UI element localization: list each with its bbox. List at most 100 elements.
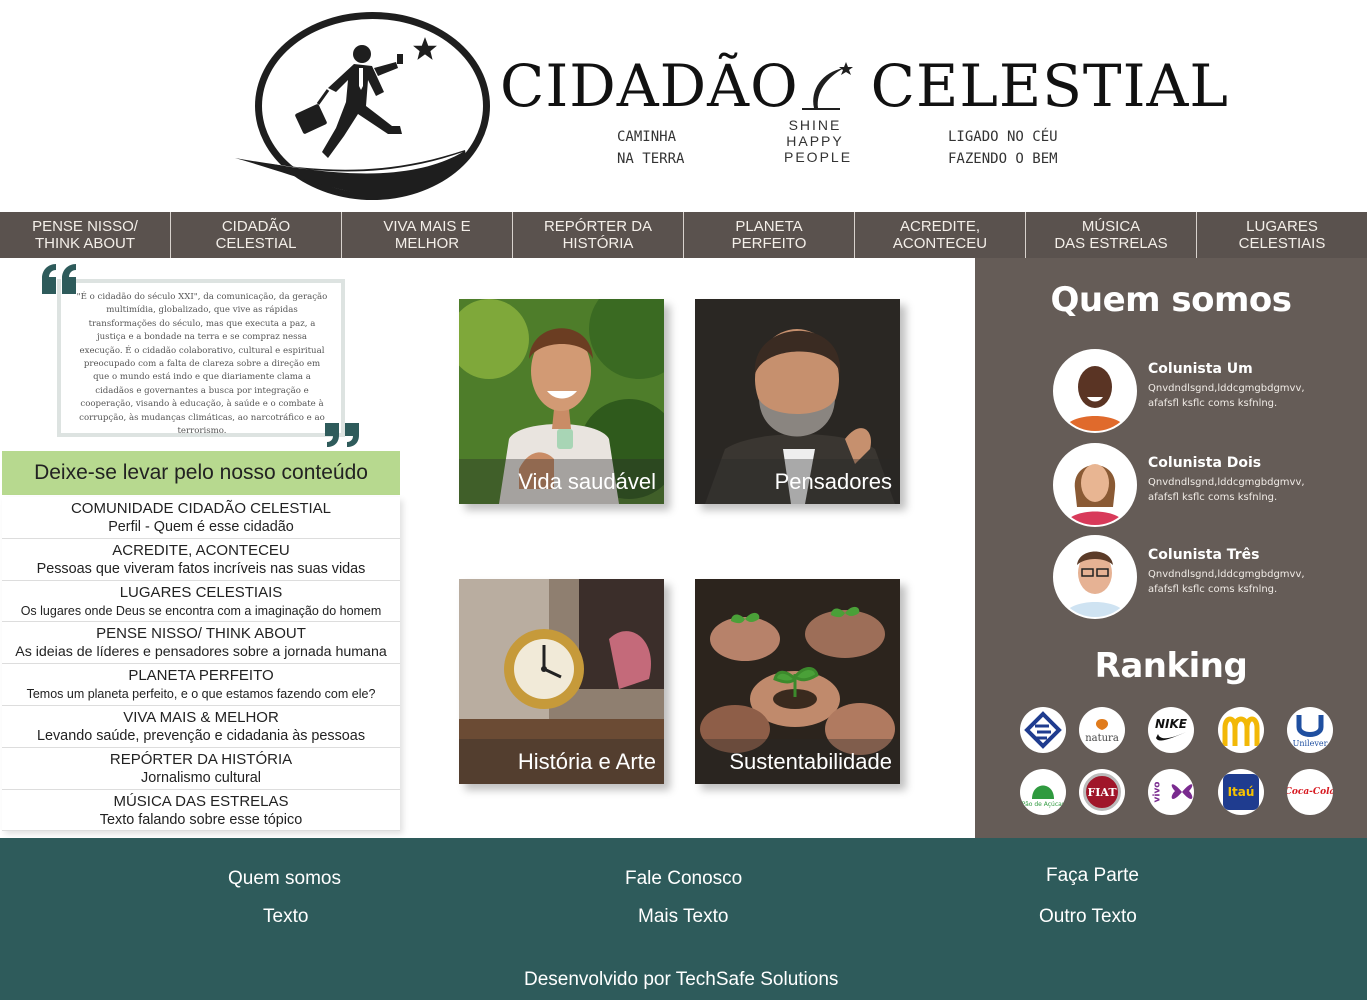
natura-label: natura (1085, 732, 1119, 744)
tagline-left: CAMINHA NA TERRA (617, 126, 684, 170)
columnist-card[interactable]: Colunista Três Qnvdndlsgnd,lddcgmgbdgmvv… (1053, 535, 1353, 619)
quote-text: "É o cidadão do século XXI", da comunica… (76, 292, 328, 437)
content-item-title: REPÓRTER DA HISTÓRIA (109, 750, 293, 768)
close-quote-icon (325, 423, 359, 447)
tile-sustentabilidade[interactable]: Sustentabilidade (695, 579, 900, 784)
moon-star-icon (802, 62, 853, 110)
content-item-subtitle: As ideias de líderes e pensadores sobre … (15, 644, 387, 661)
mcdonalds-logo-icon[interactable] (1218, 707, 1264, 753)
site-header: CIDADÃO CELESTIAL CAMINHA NA TERRA SHINE … (0, 0, 1367, 212)
unilever-logo-icon[interactable]: Unilever (1287, 707, 1333, 753)
tagline-mid-line-2: HAPPY (786, 133, 844, 149)
columnist-card[interactable]: Colunista Dois Qnvdndlsgnd,lddcgmgbdgmvv… (1053, 443, 1353, 527)
content-item-subtitle: Os lugares onde Deus se encontra com a i… (20, 603, 382, 618)
content-item-subtitle: Jornalismo cultural (141, 769, 261, 786)
nike-logo-icon[interactable]: NIKE (1148, 707, 1194, 753)
content-item-pense-nisso[interactable]: PENSE NISSO/ THINK ABOUT As ideias de lí… (2, 622, 400, 665)
tile-label: Sustentabilidade (695, 739, 900, 784)
content-list: COMUNIDADE CIDADÃO CELESTIAL Perfil - Qu… (2, 497, 400, 832)
content-item-title: PLANETA PERFEITO (128, 667, 274, 685)
nike-label: NIKE (1154, 716, 1187, 731)
footer-link-quem-somos[interactable]: Quem somos (228, 868, 341, 890)
content-item-acredite[interactable]: ACREDITE, ACONTECEU Pessoas que viveram … (2, 539, 400, 581)
banco-do-brasil-logo-icon[interactable] (1020, 707, 1066, 753)
title-left: CIDADÃO (500, 52, 799, 120)
columnist-name: Colunista Três (1148, 547, 1260, 563)
content-item-subtitle: Pessoas que viveram fatos incríveis nas … (36, 560, 366, 577)
unilever-label: Unilever (1292, 738, 1328, 748)
footer-text-3: Outro Texto (1039, 906, 1137, 927)
pao-de-acucar-label: Pão de Açúcar (1021, 800, 1065, 808)
avatar (1053, 443, 1137, 527)
footer-text-1: Texto (263, 906, 309, 927)
columnist-card[interactable]: Colunista Um Qnvdndlsgnd,lddcgmgbdgmvv, … (1053, 349, 1353, 433)
title-right: CELESTIAL (870, 52, 1229, 120)
columnist-desc: Qnvdndlsgnd,lddcgmgbdgmvv, afafsfl ksflc… (1148, 569, 1305, 595)
star-icon (413, 37, 437, 60)
content-item-title: ACREDITE, ACONTECEU (112, 541, 290, 559)
content-item-comunidade[interactable]: COMUNIDADE CIDADÃO CELESTIAL Perfil - Qu… (2, 497, 400, 539)
nav-item-reporter-historia[interactable]: REPÓRTER DA HISTÓRIA (513, 212, 684, 258)
content-item-subtitle: Temos um planeta perfeito, e o que estam… (26, 687, 376, 702)
itau-logo-icon[interactable]: Itaú (1218, 769, 1264, 815)
tile-pensadores[interactable]: Pensadores (695, 299, 900, 504)
columnist-desc: Qnvdndlsgnd,lddcgmgbdgmvv, afafsfl ksflc… (1148, 477, 1305, 503)
footer-text-2: Mais Texto (638, 906, 729, 927)
tagline-mid: SHINE HAPPY PEOPLE (784, 117, 853, 165)
content-item-reporter[interactable]: REPÓRTER DA HISTÓRIA Jornalismo cultural (2, 748, 400, 790)
tile-label: História e Arte (459, 739, 664, 784)
nav-item-cidadao-celestial[interactable]: CIDADÃO CELESTIAL (171, 212, 342, 258)
nav-item-musica-estrelas[interactable]: MÚSICA DAS ESTRELAS (1026, 212, 1197, 258)
vivo-logo-icon[interactable]: vivo (1148, 769, 1194, 815)
content-item-subtitle: Levando saúde, prevenção e cidadania às … (36, 727, 366, 744)
tagline-mid-line-3: PEOPLE (784, 149, 853, 165)
content-item-title: COMUNIDADE CIDADÃO CELESTIAL (70, 500, 332, 517)
tagline-mid-line-1: SHINE (788, 117, 842, 133)
tile-vida-saudavel[interactable]: Vida saudável (459, 299, 664, 504)
content-item-title: LUGARES CELESTIAIS (119, 583, 283, 601)
fiat-label: FIAT (1083, 773, 1121, 811)
fiat-logo-icon[interactable]: FIAT (1079, 769, 1125, 815)
content-item-title: VIVA MAIS & MELHOR (123, 708, 279, 726)
avatar (1053, 349, 1137, 433)
vivo-label: vivo (1152, 781, 1163, 803)
columnist-desc: Qnvdndlsgnd,lddcgmgbdgmvv, afafsfl ksflc… (1148, 383, 1305, 409)
tagline-right: LIGADO NO CÉU FAZENDO O BEM (948, 126, 1058, 170)
content-item-title: MÚSICA DAS ESTRELAS (113, 792, 289, 810)
nav-item-acredite[interactable]: ACREDITE, ACONTECEU (855, 212, 1026, 258)
coca-cola-logo-icon[interactable]: Coca-Cola (1287, 769, 1333, 815)
coca-cola-label: Coca-Cola (1287, 787, 1333, 797)
content-item-title: PENSE NISSO/ THINK ABOUT (96, 625, 306, 643)
columnist-name: Colunista Um (1148, 361, 1253, 377)
footer-credit: Desenvolvido por TechSafe Solutions (524, 969, 839, 990)
sidebar: Quem somos Colunista Um Qnvdndlsgnd,lddc… (975, 258, 1367, 838)
tagline-left-line-2: NA TERRA (617, 151, 685, 167)
tile-historia-arte[interactable]: História e Arte (459, 579, 664, 784)
nav-item-pense-nisso[interactable]: PENSE NISSO/ THINK ABOUT (0, 212, 171, 258)
avatar (1053, 535, 1137, 619)
site-footer: Quem somos Texto Fale Conosco Mais Texto… (0, 838, 1367, 1000)
pao-de-acucar-logo-icon[interactable]: Pão de Açúcar (1020, 769, 1066, 815)
content-item-subtitle: Perfil - Quem é esse cidadão (108, 519, 294, 535)
main-nav: PENSE NISSO/ THINK ABOUT CIDADÃO CELESTI… (0, 212, 1367, 258)
nav-item-viva-mais[interactable]: VIVA MAIS E MELHOR (342, 212, 513, 258)
tagline-left-line-1: CAMINHA (617, 129, 677, 145)
footer-link-faca-parte[interactable]: Faça Parte (1046, 865, 1139, 887)
content-item-lugares[interactable]: LUGARES CELESTIAIS Os lugares onde Deus … (2, 581, 400, 623)
tagline-right-line-1: LIGADO NO CÉU (948, 129, 1058, 145)
content-item-musica[interactable]: MÚSICA DAS ESTRELAS Texto falando sobre … (2, 790, 400, 832)
ranking-title: Ranking (1094, 646, 1248, 686)
columnist-name: Colunista Dois (1148, 455, 1262, 471)
tagline-right-line-2: FAZENDO O BEM (948, 151, 1058, 167)
tile-label: Vida saudável (459, 459, 664, 504)
content-item-subtitle: Texto falando sobre esse tópico (99, 811, 303, 828)
nav-item-planeta-perfeito[interactable]: PLANETA PERFEITO (684, 212, 855, 258)
about-title: Quem somos (1050, 280, 1292, 320)
content-heading: Deixe-se levar pelo nosso conteúdo (2, 451, 400, 495)
tile-label: Pensadores (695, 459, 900, 504)
nav-item-lugares-celestiais[interactable]: LUGARES CELESTIAIS (1197, 212, 1367, 258)
content-item-planeta[interactable]: PLANETA PERFEITO Temos um planeta perfei… (2, 664, 400, 706)
natura-logo-icon[interactable]: natura (1079, 707, 1125, 753)
content-item-viva-mais[interactable]: VIVA MAIS & MELHOR Levando saúde, preven… (2, 706, 400, 748)
footer-link-fale-conosco[interactable]: Fale Conosco (625, 868, 742, 890)
